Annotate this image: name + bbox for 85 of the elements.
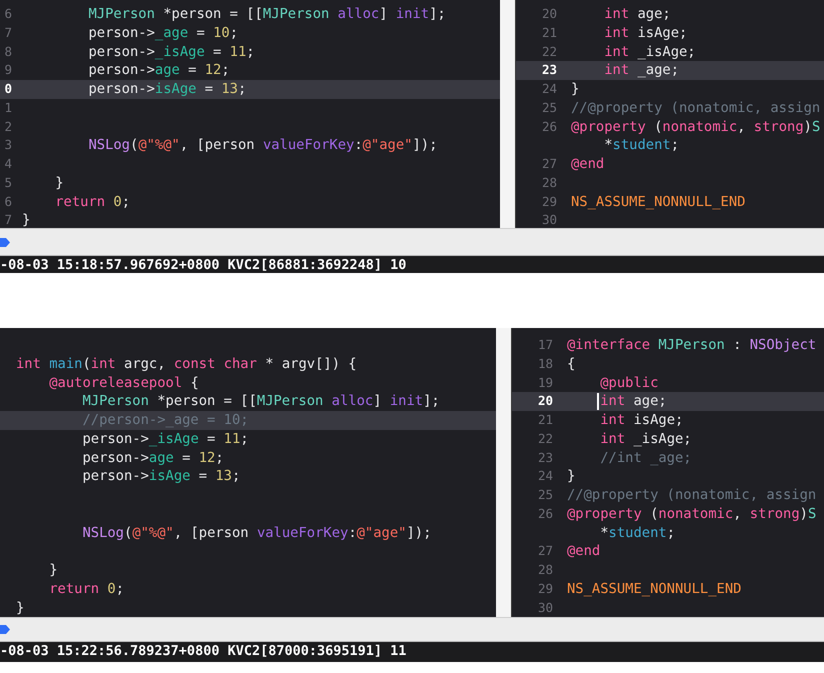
code-line: @property (nonatomic, strong)S <box>571 118 820 136</box>
code-line: } <box>16 598 24 617</box>
code-line: int _age; <box>604 61 679 80</box>
line-number: 30 <box>536 598 553 617</box>
line-number: 17 <box>536 336 553 354</box>
line-number: 29 <box>540 192 557 211</box>
code-line: @public <box>600 374 658 392</box>
code-line: //@property (nonatomic, assign <box>571 98 820 118</box>
line-number: 5 <box>3 174 12 192</box>
code-line: person->age = 12; <box>88 61 230 80</box>
code-line: } <box>571 80 580 99</box>
code-line: } <box>49 561 58 580</box>
line-number: 24 <box>540 80 557 98</box>
code-line: person->_age = 10; <box>88 24 238 43</box>
line-number: 2 <box>3 118 12 136</box>
line-number: 4 <box>3 155 12 174</box>
code-line: person->isAge = 13; <box>88 80 246 99</box>
line-number: 27 <box>536 542 553 560</box>
code-line: } <box>567 467 576 486</box>
code-line: person->isAge = 13; <box>82 467 240 486</box>
console-output: -08-03 15:18:57.967692+0800 KVC2[86881:3692248] 10 <box>0 257 406 273</box>
code-line: int main(int argc, const char * argv[]) { <box>16 354 357 374</box>
code-line: int isAge; <box>600 411 684 430</box>
code-line: NS_ASSUME_NONNULL_END <box>567 580 742 599</box>
line-number: 6 <box>3 192 12 211</box>
line-number: 18 <box>536 354 553 373</box>
line-number: 26 <box>540 118 557 136</box>
code-line: //person->_age = 10; <box>82 411 249 430</box>
code-line: int isAge; <box>604 24 688 43</box>
code-line: MJPerson *person = [[MJPerson alloc] init]; <box>82 392 440 412</box>
code-line: @interface MJPerson : NSObject <box>567 336 816 355</box>
line-number: 22 <box>536 430 553 448</box>
code-line: person->age = 12; <box>82 448 224 468</box>
line-number: 29 <box>536 580 553 598</box>
code-line: return 0; <box>55 192 130 212</box>
console-output: -08-03 15:22:56.789237+0800 KVC2[87000:3695191] 11 <box>0 643 406 659</box>
tag-icon[interactable] <box>0 625 10 634</box>
line-number: 20 <box>540 5 557 23</box>
code-line: NSLog(@"%@", [person valueForKey:@"age"]); <box>88 136 438 156</box>
code-line: //@property (nonatomic, assign <box>567 486 816 505</box>
code-line: MJPerson *person = [[MJPerson alloc] init]; <box>88 5 446 24</box>
code-line: int age; <box>604 5 671 24</box>
tag-icon[interactable] <box>0 238 10 246</box>
line-number: 3 <box>3 136 12 154</box>
code-line: NSLog(@"%@", [person valueForKey:@"age"]); <box>82 524 432 542</box>
line-number: 24 <box>536 467 553 486</box>
line-number: 26 <box>536 504 553 523</box>
line-number: 0 <box>3 80 12 98</box>
line-number: 1 <box>3 98 12 117</box>
line-number: 30 <box>540 211 557 228</box>
code-line: @end <box>567 542 600 562</box>
line-number: 23 <box>540 61 557 80</box>
code-line: @end <box>571 155 604 174</box>
code-line: { <box>567 354 576 374</box>
code-line: } <box>55 174 64 193</box>
line-number: 28 <box>536 561 553 580</box>
line-number: 27 <box>540 155 557 174</box>
line-number: 21 <box>540 24 557 42</box>
line-number: 8 <box>3 42 12 61</box>
code-line: NS_ASSUME_NONNULL_END <box>571 192 746 212</box>
line-number: 19 <box>536 374 553 392</box>
text-cursor <box>597 393 600 410</box>
line-number: 21 <box>536 411 553 430</box>
line-number: 9 <box>3 61 12 80</box>
line-number: 25 <box>536 486 553 504</box>
line-number: 20 <box>536 392 553 410</box>
code-line: @autoreleasepool { <box>49 374 199 392</box>
code-line: //int _age; <box>600 448 692 468</box>
code-line: int age; <box>600 392 667 412</box>
line-number: 28 <box>540 174 557 192</box>
code-line: } <box>22 211 30 228</box>
line-number: 7 <box>3 211 12 228</box>
code-line: return 0; <box>49 580 124 599</box>
code-line: *student; <box>600 524 676 542</box>
line-number: 7 <box>3 24 12 42</box>
line-number: 25 <box>540 98 557 117</box>
code-line: person->_isAge = 11; <box>88 42 255 62</box>
line-number: 22 <box>540 42 557 61</box>
code-line: *student; <box>604 136 680 156</box>
code-line: int _isAge; <box>604 42 696 62</box>
code-line: int _isAge; <box>600 430 692 449</box>
code-line: person->_isAge = 11; <box>82 430 249 449</box>
line-number: 23 <box>536 448 553 467</box>
line-number: 6 <box>3 5 12 23</box>
code-line: @property (nonatomic, strong)S <box>567 504 816 524</box>
